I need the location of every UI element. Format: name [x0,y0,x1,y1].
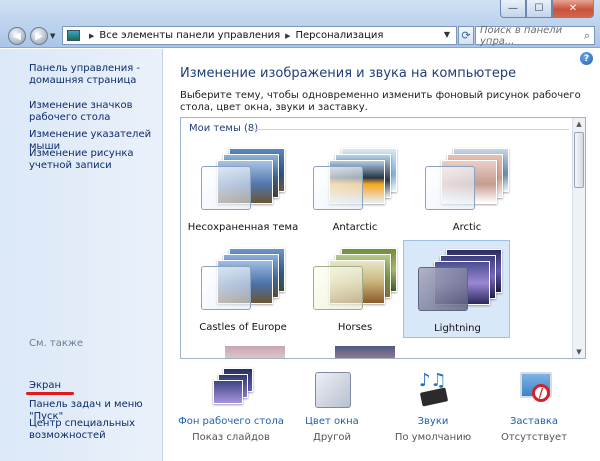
sounds-link[interactable]: Звуки [378,416,488,427]
themes-scrollbar[interactable]: ▲ ▼ [572,118,585,358]
refresh-button[interactable]: ⟳ [458,26,474,45]
theme-preview [425,148,509,210]
sounds-icon: ♪♫ [413,368,455,412]
scroll-up-icon[interactable]: ▲ [573,118,585,130]
window-color-value: Другой [313,432,351,443]
breadcrumb-personalization[interactable]: Персонализация [295,30,383,41]
theme-name: Несохраненная тема [187,222,299,233]
address-dropdown-icon[interactable]: ▼ [444,30,450,39]
search-icon[interactable]: ⌕ [584,29,590,43]
theme-preview-partial [335,346,395,358]
sounds-setting[interactable]: ♪♫ Звуки По умолчанию [378,368,488,448]
sidebar-link-ease-of-access[interactable]: Центр специальных возможностей [29,418,159,442]
refresh-icon: ⟳ [461,29,471,42]
arrow-right-icon: ▶ [35,30,43,42]
search-input[interactable]: Поиск в панели упра... ⌕ [475,24,595,47]
forward-button[interactable]: ▶ [30,27,48,45]
screensaver-value: Отсутствует [500,432,568,443]
theme-lightning[interactable]: Lightning [403,240,510,338]
chevron-right-icon[interactable]: ▶ [285,32,290,40]
help-icon[interactable]: ? [580,52,593,65]
back-button[interactable]: ◀ [8,27,26,45]
theme-preview [313,148,397,210]
theme-name: Antarctic [332,222,378,233]
chevron-right-icon[interactable]: ▶ [89,32,94,40]
window-color-setting[interactable]: Цвет окна Другой [277,368,387,448]
address-bar[interactable]: ▶ Все элементы панели управления ▶ Персо… [62,26,457,45]
theme-castles-of-europe[interactable]: Castles of Europe [187,240,299,338]
sidebar: Панель управления - домашняя страница Из… [0,49,163,461]
desktop-background-value: Показ слайдов [192,432,270,443]
sidebar-link-display[interactable]: Экран [29,380,159,392]
control-panel-icon [67,30,80,41]
arrow-left-icon: ◀ [13,30,21,42]
sounds-value: По умолчанию [394,432,472,443]
red-underline-annotation [26,392,74,395]
screensaver-link[interactable]: Заставка [479,416,589,427]
theme-preview [201,248,285,310]
theme-preview [418,249,502,311]
sidebar-link-desktop-icons[interactable]: Изменение значков рабочего стола [29,100,159,124]
theme-name: Arctic [452,222,482,233]
theme-name: Horses [337,322,373,333]
theme-name: Lightning [434,323,481,334]
breadcrumb-all-items[interactable]: Все элементы панели управления [99,30,280,41]
screensaver-setting[interactable]: / Заставка Отсутствует [479,368,589,448]
scroll-down-icon[interactable]: ▼ [573,346,585,358]
see-also-heading: См. также [29,338,84,349]
theme-unsaved[interactable]: Несохраненная тема [187,140,299,238]
desktop-background-setting[interactable]: Фон рабочего стола Показ слайдов [176,368,286,448]
desktop-background-link[interactable]: Фон рабочего стола [176,416,286,427]
group-divider [251,129,569,130]
scroll-thumb[interactable] [574,132,584,188]
sidebar-link-account-picture[interactable]: Изменение рисунка учетной записи [29,148,159,172]
screensaver-icon: / [514,368,556,412]
title-bar: — ☐ ✕ ◀ ▶ ▼ ▶ Все элементы панели управл… [0,0,600,48]
page-description: Выберите тему, чтобы одновременно измени… [180,90,581,113]
recent-pages-dropdown-icon[interactable]: ▼ [50,32,55,40]
window-color-link[interactable]: Цвет окна [277,416,387,427]
theme-preview-partial [225,346,285,358]
themes-group-header[interactable]: Мои темы (8) [189,123,258,134]
theme-name: Castles of Europe [199,322,287,333]
close-button[interactable]: ✕ [552,0,594,18]
maximize-button[interactable]: ☐ [526,0,552,18]
page-title: Изменение изображения и звука на компьют… [180,66,517,81]
minimize-button[interactable]: — [500,0,526,18]
theme-preview [313,248,397,310]
sidebar-link-control-panel-home[interactable]: Панель управления - домашняя страница [29,63,159,87]
theme-arctic[interactable]: Arctic [411,140,523,238]
window-controls: — ☐ ✕ [500,0,594,18]
search-placeholder: Поиск в панели упра... [480,24,563,47]
theme-preview [201,148,285,210]
desktop-background-icon [211,368,253,412]
theme-horses[interactable]: Horses [299,240,411,338]
theme-antarctic[interactable]: Antarctic [299,140,411,238]
window-color-icon [312,368,354,412]
themes-list: Мои темы (8) Несохраненная тема Antarcti… [180,117,586,359]
